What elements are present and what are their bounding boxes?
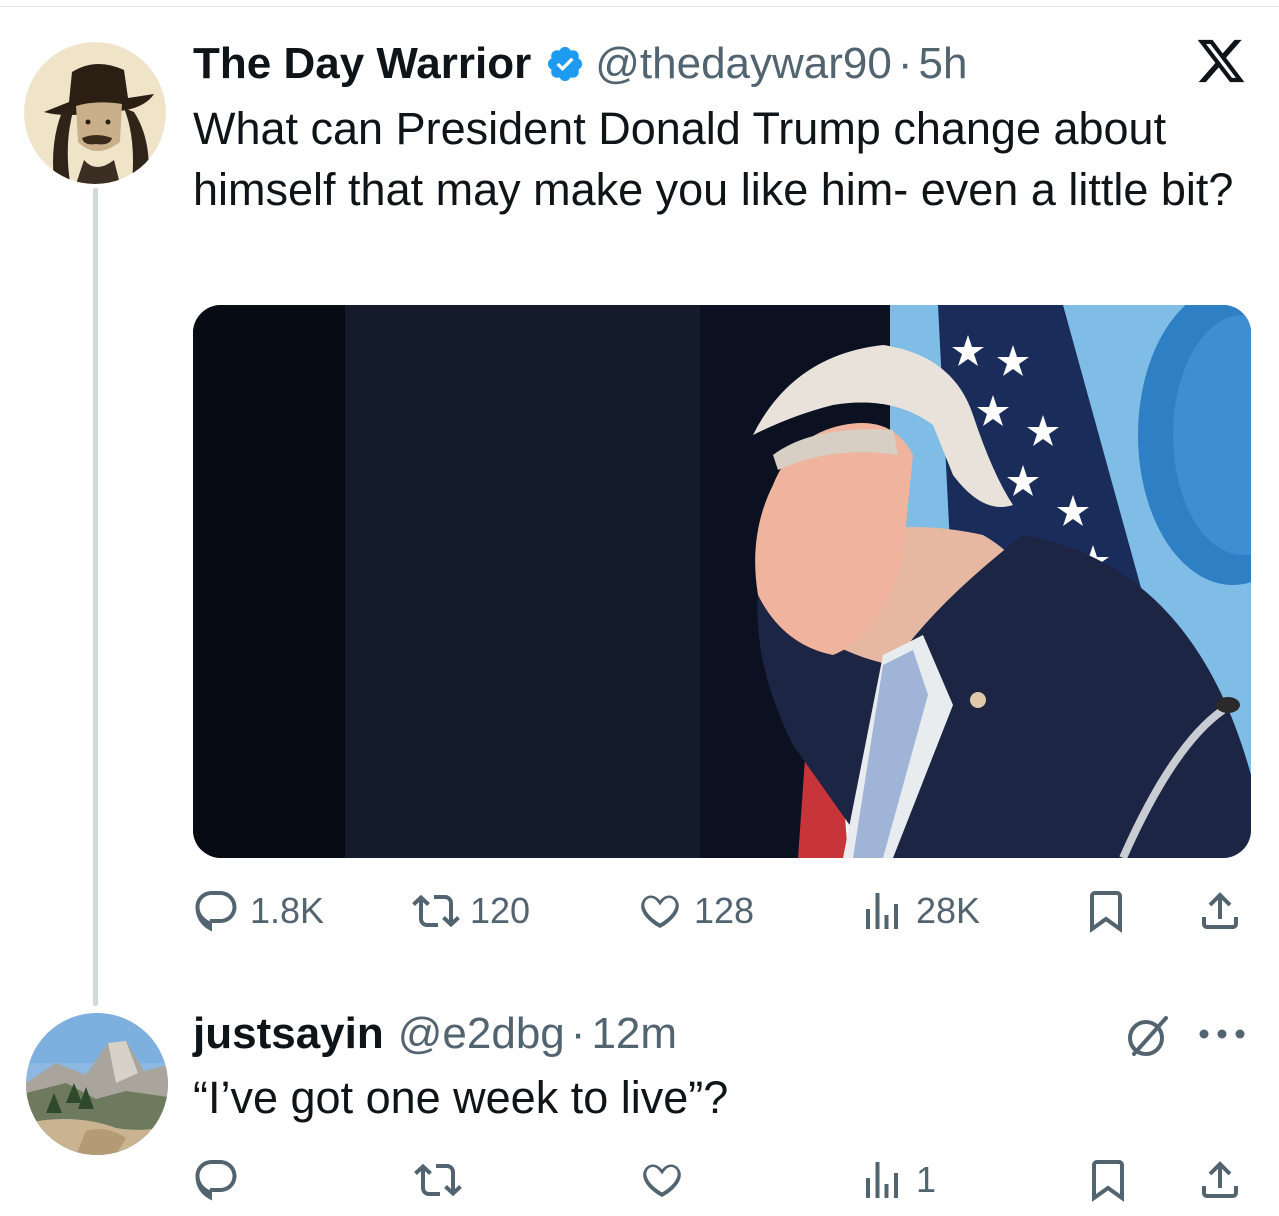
tweet-header: The Day Warrior @thedaywar90 · 5h [193, 36, 967, 92]
reply-timestamp[interactable]: 12m [591, 1009, 677, 1059]
like-button[interactable]: 128 [636, 881, 754, 941]
reply-author-display-name[interactable]: justsayin [193, 1009, 384, 1059]
grok-icon[interactable] [1122, 1010, 1174, 1062]
reply-separator-dot: · [570, 1009, 586, 1058]
reply-like-button[interactable] [638, 1150, 686, 1210]
share-icon [1202, 892, 1238, 929]
reply-icon [195, 1160, 237, 1201]
views-count: 28K [916, 890, 981, 931]
reply-share-button[interactable] [1196, 1150, 1244, 1210]
verified-badge-icon[interactable] [545, 44, 585, 84]
reply-text: “I’ve got one week to live”? [193, 1072, 729, 1123]
reply-author-avatar[interactable] [26, 1013, 168, 1155]
more-options-icon[interactable] [1196, 1018, 1248, 1050]
repost-button[interactable]: 120 [412, 881, 530, 941]
reply-author-handle[interactable]: @e2dbg [398, 1009, 565, 1059]
repost-icon [414, 1163, 462, 1197]
reply-reply-button[interactable] [192, 1150, 240, 1210]
cowboy-portrait-image [24, 42, 166, 184]
reply-action-bar: 1 [0, 1150, 1279, 1210]
views-button[interactable]: 28K [858, 881, 980, 941]
separator-dot: · [897, 39, 913, 88]
bookmark-button[interactable] [1082, 881, 1130, 941]
mountain-landscape-image [26, 1013, 168, 1155]
tweet-text: What can President Donald Trump change a… [193, 103, 1234, 215]
author-avatar[interactable] [24, 42, 166, 184]
reply-icon [195, 891, 237, 932]
like-count: 128 [694, 890, 755, 931]
tweet-action-bar: 1.8K 120 128 28K [0, 881, 1279, 941]
author-handle[interactable]: @thedaywar90 [595, 39, 892, 89]
reply-button[interactable]: 1.8K [192, 881, 324, 941]
views-chart-icon [866, 1162, 898, 1198]
bookmark-icon [1090, 891, 1122, 933]
heart-icon [643, 1164, 681, 1197]
tweet-timestamp[interactable]: 5h [919, 39, 968, 89]
repost-count: 120 [470, 890, 531, 931]
reply-repost-button[interactable] [414, 1150, 462, 1210]
reply-views-count: 1 [916, 1159, 937, 1200]
reply-views-button[interactable]: 1 [858, 1150, 936, 1210]
views-chart-icon [866, 893, 898, 929]
share-button[interactable] [1196, 881, 1244, 941]
reply-header: justsayin @e2dbg · 12m [193, 1006, 677, 1062]
heart-icon [641, 895, 679, 928]
reply-count: 1.8K [250, 890, 325, 931]
reply-bookmark-button[interactable] [1084, 1150, 1132, 1210]
share-icon [1202, 1161, 1238, 1198]
tweet-photo[interactable] [193, 305, 1251, 858]
x-logo-icon [1195, 35, 1247, 87]
press-photo-image [193, 305, 1251, 858]
repost-icon [412, 894, 460, 928]
author-display-name[interactable]: The Day Warrior [193, 39, 531, 89]
top-divider [0, 6, 1279, 7]
bookmark-icon [1092, 1160, 1124, 1202]
